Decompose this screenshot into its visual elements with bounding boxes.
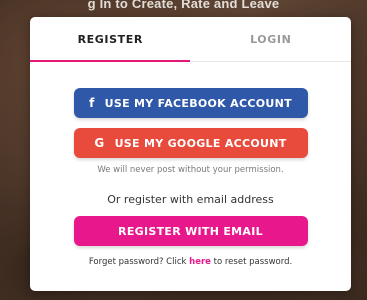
- or-register-text: Or register with email address: [107, 193, 274, 206]
- register-content: f USE MY FACEBOOK ACCOUNT G USE MY GOOGL…: [30, 62, 351, 267]
- forgot-password-prefix: Forget password? Click: [88, 257, 190, 267]
- page-heading-fragment: g In to Create, Rate and Leave: [87, 0, 280, 11]
- privacy-note: We will never post without your permissi…: [97, 165, 284, 175]
- tab-login[interactable]: LOGIN: [191, 17, 352, 61]
- auth-tabs: REGISTER LOGIN: [30, 17, 351, 62]
- reset-password-link[interactable]: here: [189, 257, 211, 267]
- forgot-password-suffix: to reset password.: [210, 257, 293, 267]
- google-icon: G: [94, 136, 105, 150]
- tab-register[interactable]: REGISTER: [30, 17, 191, 61]
- facebook-icon: f: [89, 96, 95, 110]
- google-login-button[interactable]: G USE MY GOOGLE ACCOUNT: [73, 128, 308, 158]
- forgot-password-text: Forget password? Click here to reset pas…: [30, 257, 351, 267]
- facebook-login-button[interactable]: f USE MY FACEBOOK ACCOUNT: [73, 88, 308, 118]
- facebook-button-label: USE MY FACEBOOK ACCOUNT: [104, 96, 292, 110]
- register-modal: REGISTER LOGIN f USE MY FACEBOOK ACCOUNT…: [30, 17, 351, 291]
- register-with-email-button[interactable]: REGISTER WITH EMAIL: [73, 216, 308, 246]
- google-button-label: USE MY GOOGLE ACCOUNT: [114, 136, 287, 150]
